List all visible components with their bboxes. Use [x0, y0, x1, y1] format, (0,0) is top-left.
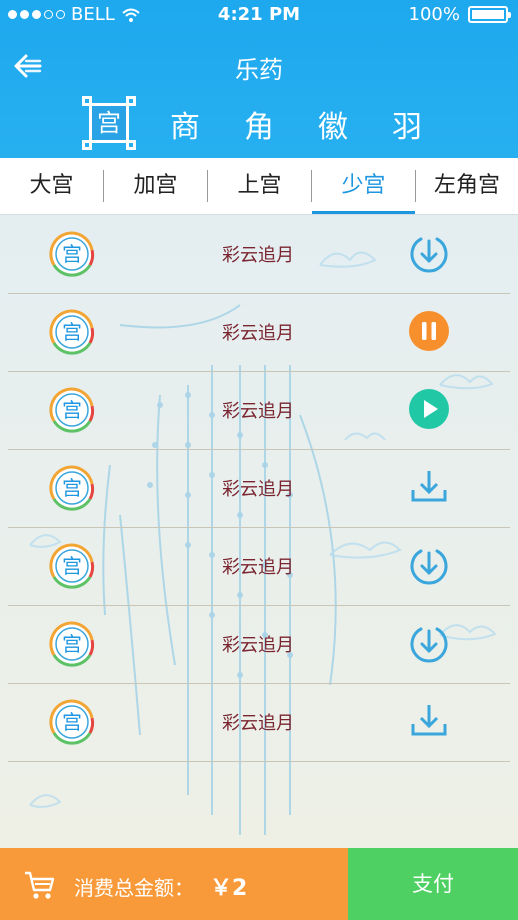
tab-shao-gong[interactable]: 少宫 [312, 158, 415, 214]
battery-icon [468, 6, 511, 23]
page-title: 乐药 [235, 56, 283, 84]
tab-shang-gong[interactable]: 上宫 [208, 158, 311, 214]
track-row[interactable]: 宫彩云追月 [8, 605, 510, 684]
track-list[interactable]: 宫彩云追月宫彩云追月宫彩云追月宫彩云追月宫彩云追月宫彩云追月宫彩云追月 [0, 215, 518, 848]
tone-yu[interactable]: 羽 [392, 102, 424, 146]
track-row[interactable]: 宫彩云追月 [8, 215, 510, 294]
pause-icon[interactable] [408, 310, 450, 352]
pay-button[interactable]: 支付 [348, 848, 518, 920]
battery-percent: 100% [408, 4, 460, 25]
tone-jiao[interactable]: 角 [244, 102, 276, 146]
download-circle-icon[interactable] [408, 622, 450, 664]
download-circle-icon[interactable] [408, 544, 450, 586]
download-tray-icon[interactable] [408, 466, 450, 508]
app-header: BELL 4:21 PM 100% 乐药 宫 商 角 徽 羽 [0, 0, 518, 158]
tab-jia-gong[interactable]: 加宫 [104, 158, 207, 214]
track-row[interactable]: 宫彩云追月 [8, 527, 510, 606]
track-row[interactable]: 宫彩云追月 [8, 683, 510, 762]
play-icon[interactable] [408, 388, 450, 430]
tone-selector: 宫 商 角 徽 羽 [82, 96, 442, 152]
track-row[interactable]: 宫彩云追月 [8, 293, 510, 372]
tab-zuo-jiao-gong[interactable]: 左角宫 [416, 158, 518, 214]
download-tray-icon[interactable] [408, 700, 450, 742]
category-tabs: 大宫 加宫 上宫 少宫 左角宫 [0, 158, 518, 215]
total-label: 消费总金额： [74, 876, 194, 900]
gong-badge-icon[interactable]: 宫 [82, 96, 136, 150]
tone-shang[interactable]: 商 [170, 102, 202, 146]
tab-da-gong[interactable]: 大宫 [0, 158, 103, 214]
download-circle-icon[interactable] [408, 232, 450, 274]
track-row[interactable]: 宫彩云追月 [8, 371, 510, 450]
gong-badge-char: 宫 [89, 103, 129, 143]
tone-hui[interactable]: 徽 [318, 102, 350, 146]
order-summary: 消费总金额： ￥2 [0, 848, 348, 920]
cart-icon [25, 871, 55, 899]
status-bar: BELL 4:21 PM 100% [0, 0, 518, 30]
checkout-bar: 消费总金额： ￥2 支付 [0, 848, 518, 920]
total-amount: ￥2 [210, 876, 248, 901]
track-row[interactable]: 宫彩云追月 [8, 449, 510, 528]
active-tab-indicator [312, 211, 415, 214]
